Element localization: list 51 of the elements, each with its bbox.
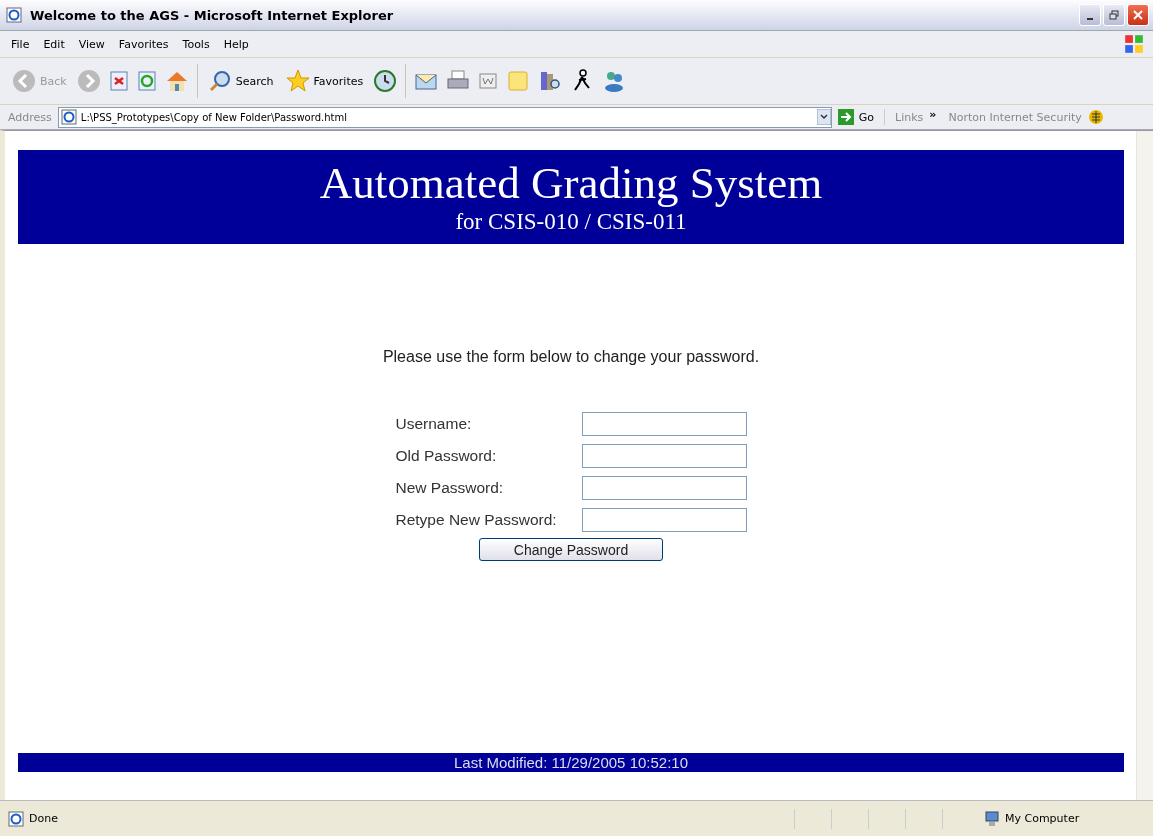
search-button[interactable]: Search [205,69,276,93]
zone-text: My Computer [1005,812,1081,825]
refresh-icon[interactable] [136,71,157,91]
books-icon[interactable] [538,69,563,93]
page-icon [8,810,24,827]
input-field[interactable] [581,412,747,436]
menu-item[interactable]: Tools [175,37,217,51]
stop-icon[interactable] [108,71,129,91]
menu-item[interactable]: Favorites [111,37,176,51]
field-label: Username: [395,415,473,433]
address-label: Address [8,110,52,124]
globe-icon[interactable] [1087,109,1104,125]
menu-item[interactable]: Edit [36,37,72,51]
history-icon[interactable] [373,69,398,93]
menu-item[interactable]: View [71,37,112,51]
close-icon [1133,10,1143,20]
go-arrow-icon [837,109,854,125]
address-field[interactable]: L:\PSS_Prototypes\Copy of New Folder\Password.html [57,106,832,128]
change-password-button[interactable]: Change Password [479,538,663,561]
search-icon [207,69,232,93]
status-text: Done [29,812,59,825]
scrollbar[interactable] [1136,131,1153,800]
input-field[interactable] [581,444,747,468]
windows-logo-icon [1123,33,1145,55]
site-title: Automated Grading System [319,158,823,208]
browser-icon [6,7,22,23]
document-icon[interactable] [478,71,499,91]
last-modified-text: Last Modified: 11/29/2005 10:52:10 [453,754,689,771]
instruction-text: Please use the form below to change your password. [382,348,760,366]
menu-item[interactable]: Help [216,37,256,51]
computer-icon [984,810,1000,827]
close-button[interactable] [1127,4,1149,26]
input-field[interactable] [581,508,747,532]
forward-icon[interactable] [76,69,101,93]
minimize-button[interactable] [1079,4,1101,26]
favorites-button[interactable]: Favorites [283,69,366,93]
field-label: Old Password: [395,447,498,465]
restore-icon [1109,10,1119,20]
page-icon [60,109,77,125]
restore-button[interactable] [1103,4,1125,26]
go-button[interactable]: Go [837,109,886,125]
menu-item[interactable]: File [4,37,37,51]
minimize-icon [1087,18,1093,20]
input-field[interactable] [581,476,747,500]
field-label: New Password: [395,479,505,497]
site-subtitle: for CSIS-010 / CSIS-011 [455,208,687,236]
dropdown-icon[interactable] [816,109,831,125]
star-icon [285,69,310,93]
field-label: Retype New Password: [395,511,558,529]
window-title: Welcome to the AGS - Microsoft Internet Explorer [30,7,395,23]
chevron[interactable]: » [929,107,937,121]
